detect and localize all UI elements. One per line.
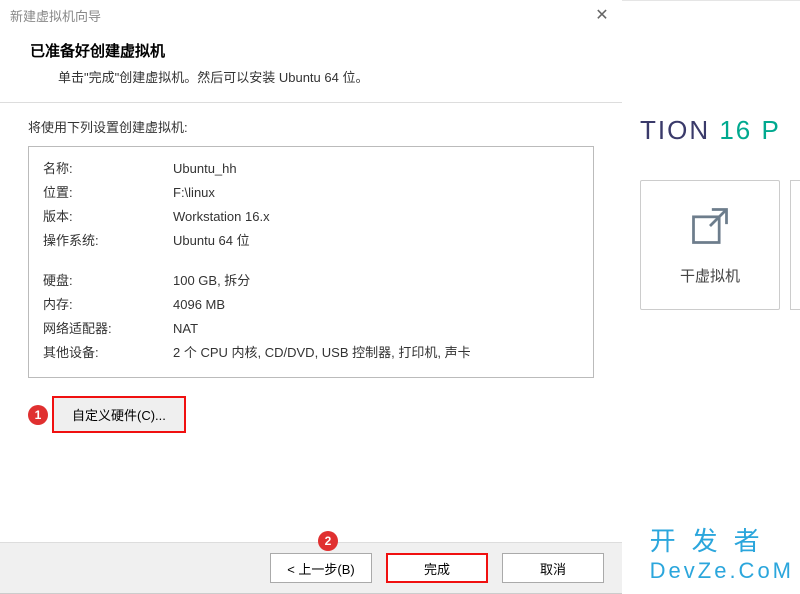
row-key: 版本: — [43, 205, 173, 229]
row-value: 4096 MB — [173, 293, 579, 317]
dialog-body: 将使用下列设置创建虚拟机: 名称:Ubuntu_hh 位置:F:\linux 版… — [0, 103, 622, 433]
settings-label: 将使用下列设置创建虚拟机: — [28, 117, 594, 136]
summary-row: 名称:Ubuntu_hh — [43, 157, 579, 181]
row-key: 操作系统: — [43, 229, 173, 253]
dialog-title-bar: 新建虚拟机向导 ✕ — [0, 0, 622, 30]
row-key: 其他设备: — [43, 341, 173, 365]
summary-row: 其他设备:2 个 CPU 内核, CD/DVD, USB 控制器, 打印机, 声… — [43, 341, 579, 365]
summary-row: 硬盘:100 GB, 拆分 — [43, 269, 579, 293]
brand-part1: TION — [640, 115, 719, 145]
finish-button[interactable]: 完成 — [386, 553, 488, 583]
dialog-title: 新建虚拟机向导 — [10, 6, 101, 25]
close-icon: ✕ — [595, 5, 608, 25]
row-value: Ubuntu 64 位 — [173, 229, 579, 253]
open-external-icon — [688, 204, 732, 251]
summary-row: 网络适配器:NAT — [43, 317, 579, 341]
summary-row: 操作系统:Ubuntu 64 位 — [43, 229, 579, 253]
dialog-footer: 2 < 上一步(B) 完成 取消 — [0, 542, 622, 593]
customize-row: 1 自定义硬件(C)... — [28, 396, 594, 433]
row-value: Workstation 16.x — [173, 205, 579, 229]
row-value: Ubuntu_hh — [173, 157, 579, 181]
settings-summary-box: 名称:Ubuntu_hh 位置:F:\linux 版本:Workstation … — [28, 146, 594, 378]
brand-part2: 16 P — [719, 115, 781, 145]
row-key: 硬盘: — [43, 269, 173, 293]
back-button[interactable]: < 上一步(B) — [270, 553, 372, 583]
row-value: F:\linux — [173, 181, 579, 205]
close-button[interactable]: ✕ — [582, 0, 622, 30]
summary-row: 内存:4096 MB — [43, 293, 579, 317]
row-key: 位置: — [43, 181, 173, 205]
cancel-button[interactable]: 取消 — [502, 553, 604, 583]
dialog-heading: 已准备好创建虚拟机 — [30, 40, 592, 61]
customize-hardware-button[interactable]: 自定义硬件(C)... — [52, 396, 186, 433]
dialog-header: 已准备好创建虚拟机 单击"完成"创建虚拟机。然后可以安装 Ubuntu 64 位… — [0, 30, 622, 102]
summary-row: 位置:F:\linux — [43, 181, 579, 205]
summary-row: 版本:Workstation 16.x — [43, 205, 579, 229]
annotation-marker-1: 1 — [28, 405, 48, 425]
annotation-marker-2: 2 — [318, 531, 338, 551]
dialog-subtitle: 单击"完成"创建虚拟机。然后可以安装 Ubuntu 64 位。 — [30, 67, 592, 86]
open-vm-tile[interactable]: 干虚拟机 — [640, 180, 780, 310]
row-value: 100 GB, 拆分 — [173, 269, 579, 293]
row-value: 2 个 CPU 内核, CD/DVD, USB 控制器, 打印机, 声卡 — [173, 341, 579, 365]
new-vm-wizard-dialog: 新建虚拟机向导 ✕ 已准备好创建虚拟机 单击"完成"创建虚拟机。然后可以安装 U… — [0, 0, 622, 594]
tile-label: 干虚拟机 — [680, 265, 740, 286]
row-key: 内存: — [43, 293, 173, 317]
row-value: NAT — [173, 317, 579, 341]
product-brand-text: TION 16 P — [640, 115, 781, 146]
row-key: 名称: — [43, 157, 173, 181]
partial-tile — [790, 180, 800, 310]
row-key: 网络适配器: — [43, 317, 173, 341]
